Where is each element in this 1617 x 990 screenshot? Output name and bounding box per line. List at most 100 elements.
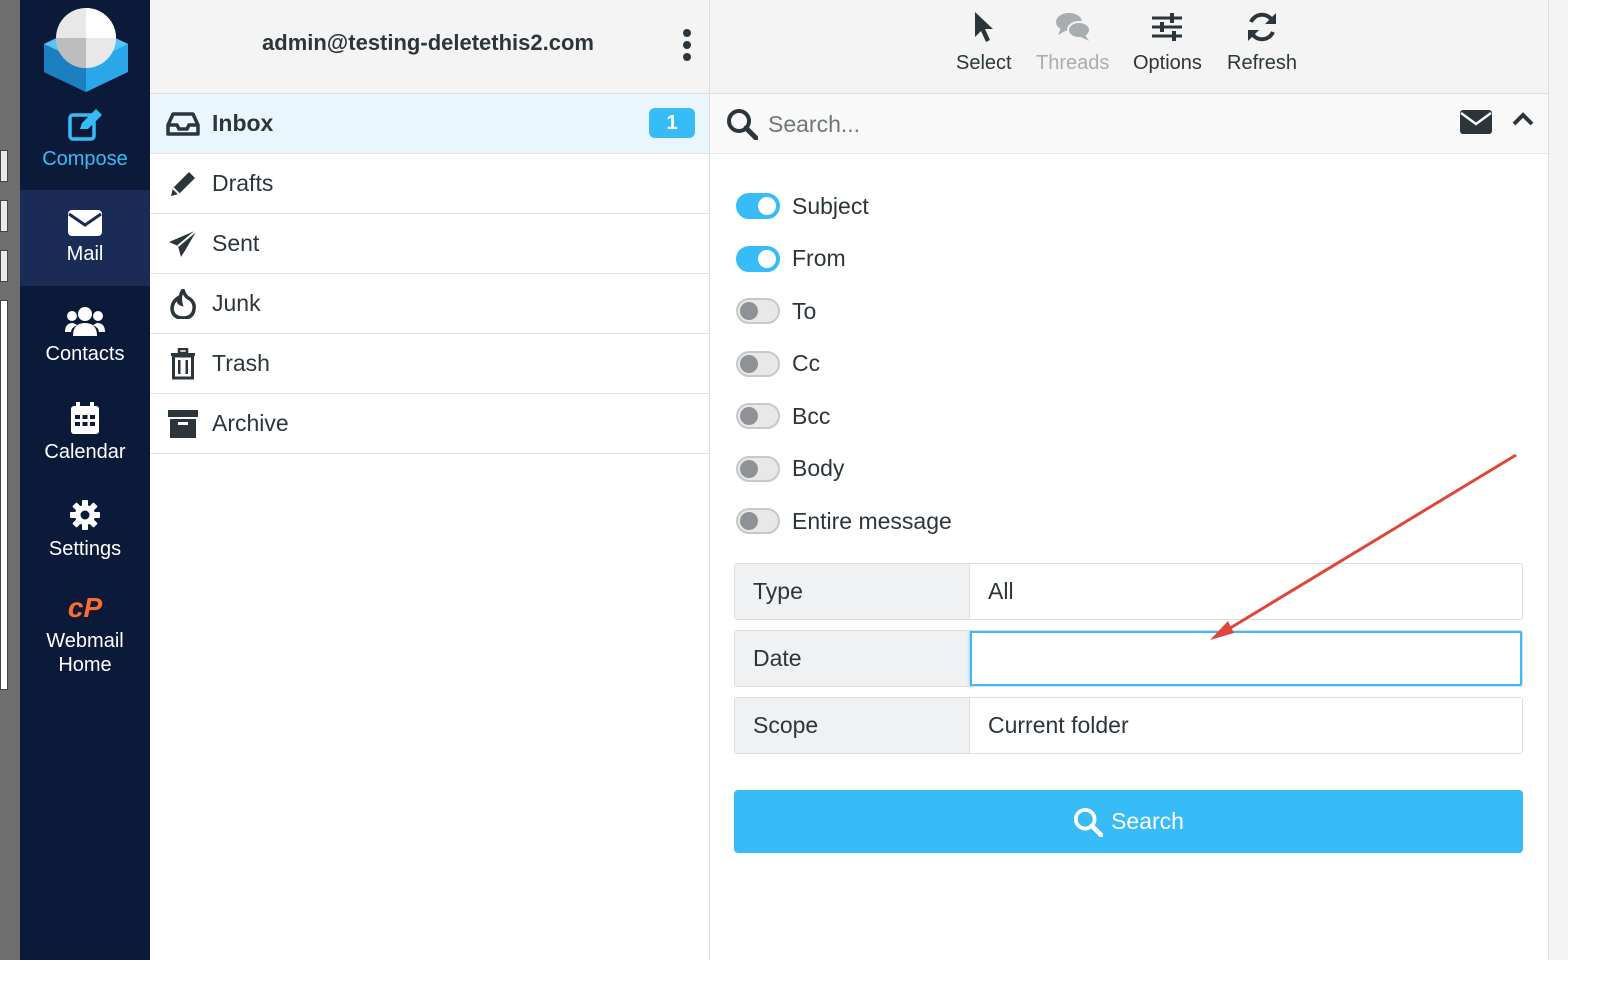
folder-junk[interactable]: Junk	[150, 274, 709, 334]
edge-tab	[0, 200, 8, 232]
message-list-panel: Select Threads Options Refresh Search...…	[710, 0, 1548, 960]
folder-trash[interactable]: Trash	[150, 334, 709, 394]
users-icon	[65, 307, 105, 336]
search-option-to: To	[736, 285, 952, 338]
search-button[interactable]: Search	[734, 790, 1523, 853]
gear-icon	[70, 500, 100, 530]
search-option-entire-message: Entire message	[736, 495, 952, 548]
comments-icon	[1055, 13, 1091, 41]
from-toggle[interactable]	[736, 245, 780, 272]
type-select[interactable]: All	[970, 564, 1522, 619]
bcc-toggle[interactable]	[736, 403, 780, 430]
date-select[interactable]	[970, 631, 1522, 686]
envelope-icon	[68, 210, 102, 236]
chevron-up-icon[interactable]	[1512, 112, 1534, 126]
folder-sent[interactable]: Sent	[150, 214, 709, 274]
type-label: Type	[735, 564, 970, 619]
archive-icon	[166, 407, 200, 441]
search-filters: Type All Date Scope Current folder	[734, 563, 1523, 764]
nav-webmail-home[interactable]: cP Webmail Home	[20, 585, 150, 685]
option-label: Bcc	[792, 402, 831, 429]
threads-button-label: Threads	[1036, 52, 1110, 74]
folder-label: Sent	[212, 230, 260, 256]
folder-drafts[interactable]: Drafts	[150, 154, 709, 214]
to-toggle[interactable]	[736, 298, 780, 325]
scrollbar-track[interactable]	[1548, 0, 1568, 960]
nav-mail-label: Mail	[66, 243, 104, 265]
search-button-label: Search	[1111, 808, 1184, 834]
folder-label: Archive	[212, 410, 289, 436]
search-option-subject: Subject	[736, 180, 952, 233]
pencil-icon	[166, 167, 200, 201]
refresh-icon	[1248, 12, 1277, 42]
entire-message-toggle[interactable]	[736, 508, 780, 535]
nav-calendar-label: Calendar	[44, 441, 126, 463]
options-button-label: Options	[1133, 52, 1202, 74]
nav-mail[interactable]: Mail	[20, 190, 150, 286]
option-label: From	[792, 245, 846, 272]
nav-contacts-label: Contacts	[45, 343, 125, 365]
type-row: Type All	[734, 563, 1523, 620]
trash-icon	[166, 347, 200, 381]
background-window-edge	[0, 0, 20, 960]
nav-contacts[interactable]: Contacts	[20, 288, 150, 384]
search-icon	[1074, 807, 1104, 837]
search-option-from: From	[736, 233, 952, 286]
unread-count-badge: 1	[649, 108, 695, 138]
option-label: Cc	[792, 350, 821, 377]
nav-settings[interactable]: Settings	[20, 482, 150, 578]
webmail-app: Compose Mail Contacts Calendar Settings …	[0, 0, 1568, 960]
scope-select[interactable]: Current folder	[970, 698, 1522, 753]
folder-label: Junk	[212, 290, 261, 316]
envelope-icon[interactable]	[1460, 110, 1492, 134]
option-label: Subject	[792, 192, 869, 219]
options-button[interactable]: Options	[1133, 10, 1202, 75]
search-option-cc: Cc	[736, 338, 952, 391]
cc-toggle[interactable]	[736, 350, 780, 377]
fire-icon	[166, 287, 200, 321]
nav-compose[interactable]: Compose	[20, 92, 150, 188]
account-name: admin@testing-deletethis2.com	[262, 30, 594, 55]
toolbar: Select Threads Options Refresh	[710, 0, 1548, 94]
folder-label: Drafts	[212, 170, 274, 196]
cursor-icon	[974, 12, 993, 42]
threads-button[interactable]: Threads	[1036, 10, 1109, 75]
date-row: Date	[734, 630, 1523, 687]
folder-label: Inbox	[212, 110, 274, 136]
search-bar	[710, 94, 1548, 154]
scope-row: Scope Current folder	[734, 697, 1523, 754]
folder-inbox[interactable]: Inbox 1	[150, 94, 709, 154]
search-option-body: Body	[736, 443, 952, 496]
folder-archive[interactable]: Archive	[150, 394, 709, 454]
task-menu: Compose Mail Contacts Calendar Settings …	[20, 0, 150, 960]
search-input[interactable]	[768, 104, 1368, 144]
search-icon	[727, 109, 758, 140]
search-option-bcc: Bcc	[736, 390, 952, 443]
paper-plane-icon	[166, 227, 200, 261]
nav-calendar[interactable]: Calendar	[20, 385, 150, 481]
select-button-label: Select	[956, 52, 1012, 74]
refresh-button-label: Refresh	[1227, 52, 1298, 74]
logo	[42, 2, 130, 92]
cpanel-icon: cP	[68, 593, 103, 623]
option-label: Entire message	[792, 507, 952, 534]
nav-compose-label: Compose	[42, 148, 128, 170]
subject-toggle[interactable]	[736, 193, 780, 220]
edge-panel	[0, 300, 8, 690]
search-options: Subject From To Cc Bcc Body Entire messa…	[736, 180, 952, 548]
date-label: Date	[735, 631, 970, 686]
refresh-button[interactable]: Refresh	[1227, 10, 1297, 75]
edge-tab	[0, 150, 8, 182]
body-toggle[interactable]	[736, 455, 780, 482]
compose-icon	[68, 109, 102, 141]
edge-tab	[0, 250, 8, 282]
folder-list-header: admin@testing-deletethis2.com	[150, 0, 709, 94]
nav-settings-label: Settings	[48, 538, 122, 560]
calendar-icon	[71, 402, 99, 434]
nav-webmail-home-label: Webmail Home	[46, 630, 124, 676]
option-label: To	[792, 297, 817, 324]
account-menu-icon[interactable]	[681, 28, 693, 62]
folder-list-panel: admin@testing-deletethis2.com Inbox 1 Dr…	[150, 0, 710, 960]
select-button[interactable]: Select	[956, 10, 1012, 75]
svg-text:cP: cP	[68, 593, 103, 623]
